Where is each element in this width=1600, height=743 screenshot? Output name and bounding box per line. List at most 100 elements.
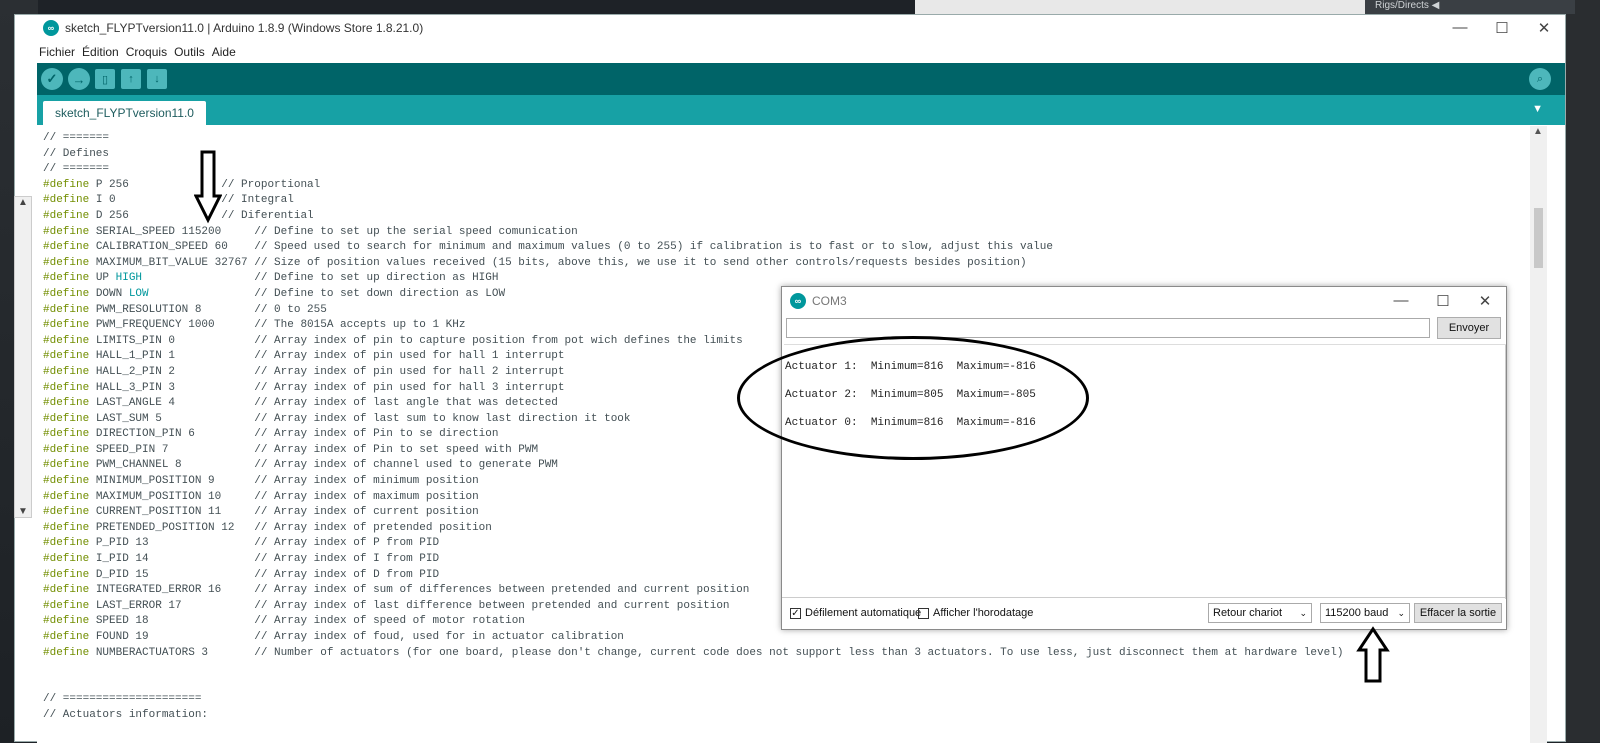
- send-button[interactable]: Envoyer: [1437, 317, 1501, 339]
- tab-sketch[interactable]: sketch_FLYPTversion11.0: [43, 101, 206, 125]
- code-token: PWM_CHANNEL 8 // Array index of channel …: [89, 459, 558, 472]
- code-token: SPEED_PIN 7 // Array index of Pin to set…: [89, 443, 539, 456]
- serial-minimize-button[interactable]: —: [1380, 292, 1422, 310]
- upload-button[interactable]: →: [68, 68, 90, 90]
- timestamp-checkbox[interactable]: Afficher l'horodatage: [918, 607, 1033, 619]
- line-ending-select[interactable]: Retour chariot ⌄: [1208, 603, 1312, 623]
- menu-edition[interactable]: Édition: [82, 45, 119, 59]
- baud-value: 115200 baud: [1325, 607, 1389, 619]
- scroll-up-arrow-icon[interactable]: ▲: [15, 197, 31, 208]
- verify-button[interactable]: ✓: [41, 68, 63, 90]
- code-token: HALL_1_PIN 1 // Array index of pin used …: [89, 350, 565, 363]
- annotation-up-arrow-icon: [1356, 626, 1390, 683]
- serial-input[interactable]: [786, 318, 1430, 338]
- chevron-down-icon: ⌄: [1299, 608, 1307, 618]
- code-line[interactable]: #define P 256 // Proportional: [43, 178, 1547, 194]
- open-button[interactable]: ↑: [121, 69, 141, 89]
- background-window: Rigs/Directs ◀: [915, 0, 1575, 14]
- code-token: #define: [43, 537, 90, 550]
- code-token: #define: [43, 631, 90, 643]
- menu-croquis[interactable]: Croquis: [126, 45, 167, 59]
- code-token: #define: [43, 225, 90, 238]
- code-line[interactable]: // =======: [43, 131, 1547, 147]
- toolbar: ✓ → ▯ ↑ ↓ ⌕: [37, 63, 1565, 95]
- code-token: SPEED 18 // Array index of speed of moto…: [89, 615, 525, 628]
- code-line[interactable]: // =======: [43, 162, 1547, 178]
- new-button[interactable]: ▯: [95, 69, 115, 89]
- code-line[interactable]: #define SERIAL_SPEED 115200 // Define to…: [43, 225, 1547, 241]
- menu-aide[interactable]: Aide: [212, 45, 236, 59]
- code-token: #define: [43, 256, 90, 269]
- minimize-button[interactable]: —: [1439, 19, 1481, 37]
- code-token: LAST_ANGLE 4 // Array index of last angl…: [89, 397, 558, 410]
- autoscroll-checkbox[interactable]: ✓ Défilement automatique: [790, 607, 921, 619]
- code-token: P_PID 13 // Array index of P from PID: [89, 537, 440, 550]
- code-token: LOW: [128, 287, 149, 300]
- code-line[interactable]: #define MAXIMUM_BIT_VALUE 32767 // Size …: [43, 256, 1547, 272]
- code-token: #define: [43, 490, 90, 503]
- code-token: #define: [43, 646, 90, 659]
- code-token: NUMBERACTUATORS 3 // Number of actuators…: [89, 646, 1344, 659]
- code-line[interactable]: #define CALIBRATION_SPEED 60 // Speed us…: [43, 240, 1547, 256]
- arrow-right-icon: →: [72, 71, 86, 87]
- code-token: // Defines: [43, 147, 110, 160]
- code-line[interactable]: #define D 256 // Diferential: [43, 209, 1547, 225]
- annotation-ellipse: [737, 336, 1089, 460]
- menu-outils[interactable]: Outils: [174, 45, 205, 59]
- code-token: #define: [43, 397, 90, 410]
- code-token: #define: [43, 521, 90, 534]
- code-line[interactable]: [43, 661, 1547, 677]
- output-scrollbar[interactable]: [1505, 345, 1506, 599]
- code-line[interactable]: #define NUMBERACTUATORS 3 // Number of a…: [43, 646, 1547, 662]
- check-icon: ✓: [46, 71, 58, 86]
- code-line[interactable]: #define UP HIGH // Define to set up dire…: [43, 271, 1547, 287]
- code-token: LIMITS_PIN 0 // Array index of pin to ca…: [89, 334, 743, 347]
- code-line[interactable]: [43, 677, 1547, 693]
- code-token: // Actuators information:: [43, 708, 209, 721]
- code-token: #define: [43, 553, 90, 566]
- code-line[interactable]: #define I 0 // Integral: [43, 193, 1547, 209]
- scroll-down-arrow-icon[interactable]: ▼: [15, 506, 31, 517]
- tab-menu-icon[interactable]: ▼: [1532, 103, 1543, 115]
- outer-scrollbar[interactable]: ▲ ▼: [14, 196, 32, 518]
- editor-scrollbar[interactable]: ▲: [1530, 126, 1547, 743]
- code-line[interactable]: // Actuators information:: [43, 708, 1547, 724]
- menu-fichier[interactable]: Fichier: [39, 45, 75, 59]
- code-token: PWM_FREQUENCY 1000 // The 8015A accepts …: [89, 319, 466, 332]
- serial-monitor-button[interactable]: ⌕: [1529, 68, 1551, 90]
- scroll-thumb[interactable]: [1534, 208, 1543, 268]
- code-token: // Define to set up direction as HIGH: [142, 272, 499, 285]
- code-token: #define: [43, 334, 90, 347]
- checkbox-checked-icon[interactable]: ✓: [790, 607, 801, 619]
- checkbox-unchecked-icon[interactable]: [918, 607, 929, 619]
- code-token: HALL_2_PIN 2 // Array index of pin used …: [89, 365, 565, 378]
- code-token: LAST_SUM 5 // Array index of last sum to…: [89, 412, 631, 425]
- code-line[interactable]: #define FOUND 19 // Array index of foud,…: [43, 630, 1547, 646]
- code-token: UP: [89, 272, 116, 285]
- annotation-down-arrow-icon: [194, 150, 222, 224]
- maximize-button[interactable]: ☐: [1481, 19, 1523, 37]
- serial-close-button[interactable]: ✕: [1464, 292, 1506, 310]
- code-token: // =======: [43, 132, 110, 144]
- code-line[interactable]: // Defines: [43, 147, 1547, 163]
- scroll-up-icon[interactable]: ▲: [1533, 126, 1543, 137]
- serial-maximize-button[interactable]: ☐: [1422, 292, 1464, 310]
- code-token: #define: [43, 365, 90, 378]
- clear-output-button[interactable]: Effacer la sortie: [1414, 603, 1502, 623]
- save-button[interactable]: ↓: [147, 69, 167, 89]
- serial-monitor-titlebar: ∞ COM3 — ☐ ✕: [782, 287, 1506, 314]
- timestamp-label: Afficher l'horodatage: [933, 607, 1034, 619]
- baud-select[interactable]: 115200 baud ⌄: [1320, 603, 1410, 623]
- menu-bar: Fichier Édition Croquis Outils Aide: [15, 41, 1565, 63]
- tab-bar: sketch_FLYPTversion11.0 ▼: [37, 95, 1565, 125]
- code-token: #define: [43, 584, 90, 597]
- code-token: #define: [43, 459, 90, 472]
- code-token: FOUND 19 // Array index of foud, used fo…: [89, 631, 624, 643]
- close-button[interactable]: ✕: [1523, 19, 1565, 37]
- code-token: CALIBRATION_SPEED 60 // Speed used to se…: [89, 241, 1053, 254]
- code-line[interactable]: // =====================: [43, 692, 1547, 708]
- arrow-up-icon: ↑: [128, 73, 134, 85]
- desktop-right-strip: [1566, 0, 1600, 742]
- code-token: SERIAL_SPEED 115200 // Define to set up …: [89, 225, 578, 238]
- code-token: #define: [43, 272, 90, 285]
